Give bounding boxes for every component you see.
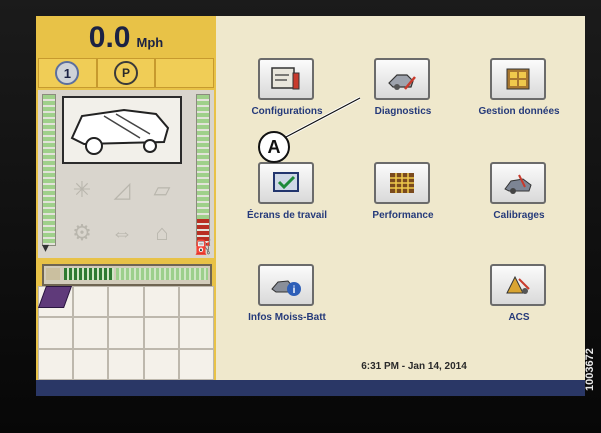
- speed-readout: 0.0 Mph: [36, 16, 216, 56]
- diagnostics-label: Diagnostics: [374, 106, 432, 117]
- fan-icon: ✳: [72, 176, 92, 202]
- calibrations-button[interactable]: [490, 162, 546, 204]
- grid-cell[interactable]: [108, 348, 144, 380]
- grid-cell[interactable]: [38, 348, 74, 380]
- chute-icon: ▱: [153, 176, 171, 202]
- configurations-button[interactable]: [258, 58, 314, 100]
- combine-info-icon: i: [271, 280, 301, 296]
- status-slot-empty: [155, 58, 215, 88]
- menu-calibrations[interactable]: Calibrages: [464, 162, 574, 242]
- menu-combine-info[interactable]: i Infos Moiss-Batt: [232, 264, 342, 344]
- work-screens-label: Écrans de travail: [246, 210, 328, 221]
- main-menu: Configurations Diagnostics Gestion donné…: [216, 16, 585, 380]
- combine-icon: [70, 108, 170, 155]
- svg-text:i: i: [293, 285, 296, 296]
- grid-cell[interactable]: [178, 317, 214, 349]
- grid-cell[interactable]: [178, 286, 214, 318]
- left-level-gauge: [42, 94, 56, 246]
- menu-diagnostics[interactable]: Diagnostics: [348, 58, 458, 138]
- park-indicator[interactable]: P: [96, 58, 156, 88]
- performance-button[interactable]: [374, 162, 430, 204]
- data-management-label: Gestion données: [478, 106, 560, 117]
- menu-acs[interactable]: ACS: [464, 264, 574, 344]
- grid-cell[interactable]: [143, 317, 179, 349]
- speed-unit: Mph: [136, 35, 164, 50]
- performance-label: Performance: [372, 210, 434, 221]
- document-number: 1003672: [584, 348, 596, 392]
- performance-icon: [390, 173, 414, 193]
- grain-tank-fill-bar: [42, 264, 212, 286]
- grid-cell[interactable]: [108, 317, 144, 349]
- status-panel: 0.0 Mph 1 P ✳ ◿ ▱ ⚙ ⇔ ⌂ ▾ ⛽: [36, 16, 216, 380]
- acs-icon: [506, 275, 530, 294]
- data-management-button[interactable]: [490, 58, 546, 100]
- acs-label: ACS: [508, 312, 530, 323]
- machine-function-icons: ✳ ◿ ▱ ⚙ ⇔ ⌂: [62, 168, 182, 254]
- grid-cell[interactable]: [73, 286, 109, 318]
- work-screens-button[interactable]: [258, 162, 314, 204]
- data-management-icon: [506, 68, 530, 90]
- acs-button[interactable]: [490, 264, 546, 306]
- combine-diagram: [62, 96, 182, 164]
- menu-work-screens[interactable]: Écrans de travail: [232, 162, 342, 242]
- direction-icon: ⇔: [111, 219, 133, 245]
- menu-performance[interactable]: Performance: [348, 162, 458, 242]
- grid-cell[interactable]: [73, 317, 109, 349]
- hydraulic-oil-icon: ▾: [42, 239, 50, 255]
- fill-bar-remaining: [116, 268, 208, 280]
- header-icon: ⌂: [155, 219, 169, 245]
- status-indicators: 1 P: [38, 58, 215, 88]
- combine-info-button[interactable]: i: [258, 264, 314, 306]
- footer-bar: [36, 380, 585, 396]
- calibrations-label: Calibrages: [493, 210, 545, 221]
- grid-cell[interactable]: [143, 348, 179, 380]
- menu-data-management[interactable]: Gestion données: [464, 58, 574, 138]
- sieve-icon: ◿: [113, 176, 131, 202]
- gear-indicator[interactable]: 1: [38, 58, 97, 88]
- park-badge: P: [114, 61, 138, 85]
- reel-icon: ⚙: [72, 219, 92, 245]
- grid-cell[interactable]: [143, 286, 179, 318]
- fuel-icon: ⛽: [194, 239, 212, 255]
- display-screen: 0.0 Mph 1 P ✳ ◿ ▱ ⚙ ⇔ ⌂ ▾ ⛽ Configuratio…: [36, 16, 585, 396]
- diagnostics-button[interactable]: [374, 58, 430, 100]
- grid-cell[interactable]: [38, 317, 74, 349]
- combine-info-label: Infos Moiss-Batt: [248, 312, 326, 323]
- clock-readout: 6:31 PM - Jan 14, 2014: [361, 361, 467, 372]
- grid-cell[interactable]: [73, 348, 109, 380]
- fill-bar-level: [64, 268, 114, 280]
- machine-overview[interactable]: ✳ ◿ ▱ ⚙ ⇔ ⌂ ▾ ⛽: [38, 90, 214, 258]
- diagnostics-icon: [388, 74, 416, 90]
- fill-bar-lead: [46, 268, 60, 280]
- configurations-label: Configurations: [251, 106, 323, 117]
- calibrations-icon: [504, 174, 532, 194]
- menu-configurations[interactable]: Configurations: [232, 58, 342, 138]
- configurations-icon: [271, 67, 300, 90]
- right-level-gauge: [196, 94, 210, 246]
- callout-marker: A: [258, 131, 290, 163]
- grid-cell[interactable]: [178, 348, 214, 380]
- work-screens-icon: [273, 172, 299, 192]
- grid-cell[interactable]: [108, 286, 144, 318]
- speed-value: 0.0: [88, 21, 131, 54]
- gear-badge: 1: [55, 61, 80, 85]
